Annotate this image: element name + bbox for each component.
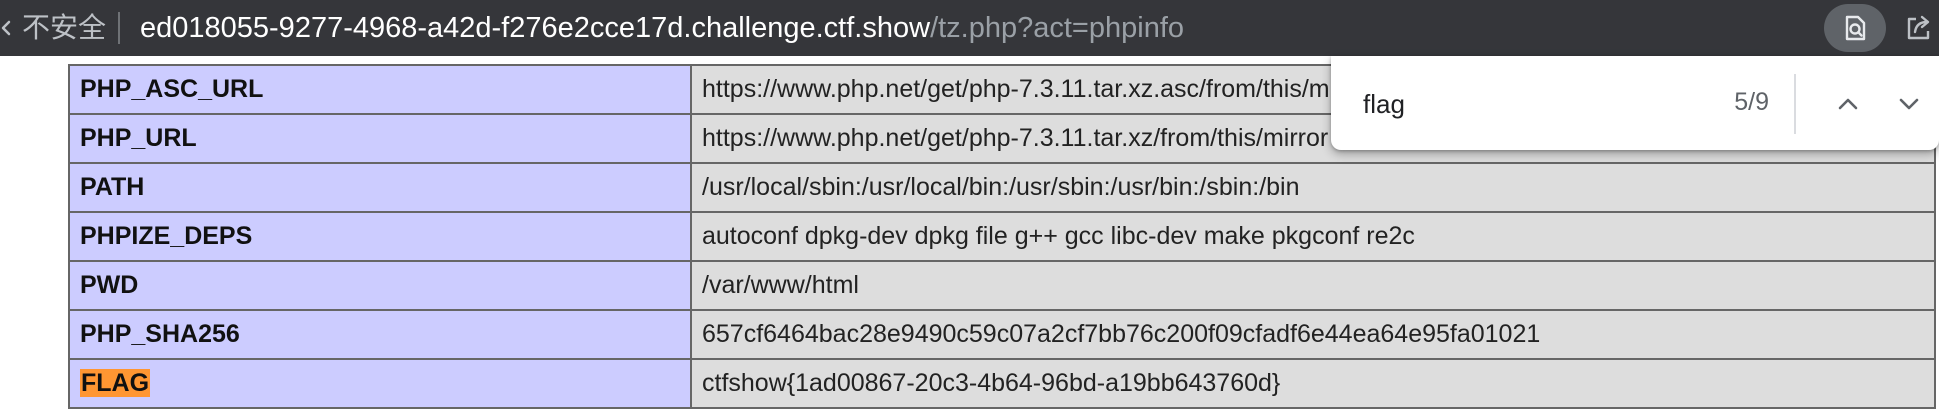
find-input[interactable] [1363,84,1693,124]
security-status-label[interactable]: 不安全 [22,11,106,45]
env-name-cell: FLAG [68,358,692,409]
table-row: FLAG ctfshow{1ad00867-20c3-4b64-96bd-a19… [68,358,1936,409]
find-in-page-button[interactable] [1824,4,1886,52]
find-previous-button[interactable] [1826,82,1870,126]
env-name-cell: PHP_ASC_URL [68,64,692,115]
find-match-highlight: FLAG [80,369,151,397]
address-divider [118,12,120,44]
find-divider [1794,74,1796,134]
url-field[interactable]: ed018055-9277-4968-a42d-f276e2cce17d.cha… [140,10,1184,46]
env-value-cell: /usr/local/sbin:/usr/local/bin:/usr/sbin… [690,162,1936,213]
chevron-left-icon [0,16,12,40]
find-match-count: 5/9 [1734,88,1769,116]
env-name-cell: PHP_URL [68,113,692,164]
table-row: PHPIZE_DEPS autoconf dpkg-dev dpkg file … [68,211,1936,262]
env-name-cell: PATH [68,162,692,213]
share-button[interactable] [1898,8,1938,48]
find-bar: 5/9 [1331,56,1939,150]
env-name-cell: PWD [68,260,692,311]
env-name-cell: PHP_SHA256 [68,309,692,360]
env-value-cell: autoconf dpkg-dev dpkg file g++ gcc libc… [690,211,1936,262]
env-name-cell: PHPIZE_DEPS [68,211,692,262]
env-value-cell: 657cf6464bac28e9490c59c07a2cf7bb76c200f0… [690,309,1936,360]
address-bar: 不安全 ed018055-9277-4968-a42d-f276e2cce17d… [0,0,1939,56]
table-row: PHP_SHA256 657cf6464bac28e9490c59c07a2cf… [68,309,1936,360]
table-row: PWD /var/www/html [68,260,1936,311]
find-next-button[interactable] [1887,82,1931,126]
url-host: ed018055-9277-4968-a42d-f276e2cce17d.cha… [140,12,931,44]
url-path: /tz.php?act=phpinfo [930,12,1185,44]
env-value-cell: ctfshow{1ad00867-20c3-4b64-96bd-a19bb643… [690,358,1936,409]
table-row: PATH /usr/local/sbin:/usr/local/bin:/usr… [68,162,1936,213]
env-value-cell: /var/www/html [690,260,1936,311]
